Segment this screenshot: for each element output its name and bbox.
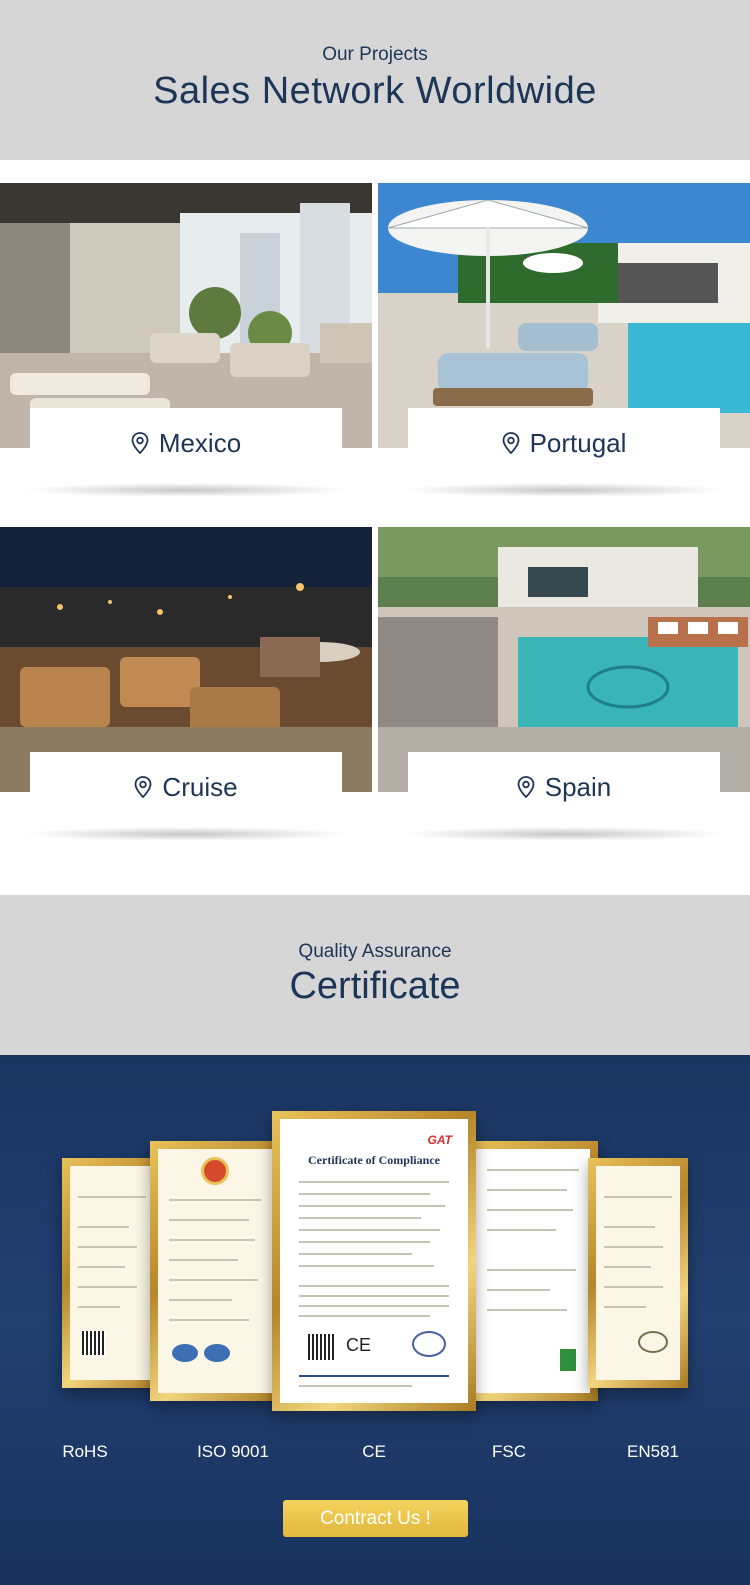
badge-icon <box>204 1344 230 1362</box>
project-label-mexico: Mexico <box>30 408 342 478</box>
certificate-paper <box>476 1149 590 1393</box>
project-label-text: Cruise <box>162 771 238 802</box>
map-pin-icon <box>502 432 519 454</box>
certificate-frame-ce[interactable]: GAT Certificate of Compliance CE <box>272 1111 476 1411</box>
card-shadow <box>20 827 352 841</box>
project-label-text: Spain <box>544 771 612 802</box>
certificate-frame-iso9001[interactable] <box>150 1141 280 1401</box>
project-card-cruise[interactable]: Cruise <box>0 527 372 857</box>
certificate-labels: RoHS ISO 9001 CE FSC EN581 <box>0 1442 750 1466</box>
fsc-logo-icon <box>560 1349 576 1371</box>
certificate-paper: GAT Certificate of Compliance CE <box>280 1119 468 1403</box>
badge-icon <box>172 1344 198 1362</box>
certificate-frame-fsc[interactable] <box>468 1141 598 1401</box>
projects-eyebrow: Our Projects <box>322 44 428 65</box>
project-card-spain[interactable]: Spain <box>378 527 750 857</box>
certificate-label-rohs: RoHS <box>62 1442 108 1461</box>
certificate-paper <box>158 1149 272 1393</box>
certificate-label-fsc: FSC <box>492 1442 526 1461</box>
project-label-spain: Spain <box>408 752 720 822</box>
qr-code-icon <box>82 1331 106 1355</box>
card-shadow <box>398 827 730 841</box>
certificate-title: Certificate <box>289 965 461 1007</box>
certificate-eyebrow: Quality Assurance <box>298 941 452 962</box>
certificate-header: Quality Assurance Certificate <box>0 895 750 1055</box>
card-shadow <box>398 483 730 497</box>
map-pin-icon <box>131 432 149 454</box>
contact-us-button[interactable]: Contract Us ! <box>283 1500 468 1537</box>
certificate-label-ce: CE <box>362 1442 386 1461</box>
map-pin-icon <box>517 776 535 798</box>
map-pin-icon <box>135 776 152 798</box>
certificate-paper <box>70 1166 154 1380</box>
certificate-frame-rohs[interactable] <box>62 1158 162 1388</box>
ce-mark-icon: CE <box>346 1335 372 1355</box>
certificate-paper <box>596 1166 680 1380</box>
project-label-portugal: Portugal <box>408 408 720 478</box>
certificate-label-iso9001: ISO 9001 <box>197 1442 269 1461</box>
projects-header: Our Projects Sales Network Worldwide <box>0 0 750 160</box>
project-label-text: Mexico <box>158 427 242 458</box>
qr-code-icon <box>308 1334 334 1360</box>
gat-logo-icon: GAT <box>427 1133 452 1147</box>
project-label-cruise: Cruise <box>30 752 342 822</box>
certificate-label-en581: EN581 <box>627 1442 679 1461</box>
stamp-icon <box>412 1331 446 1357</box>
project-card-mexico[interactable]: Mexico <box>0 183 372 513</box>
seal-icon <box>201 1157 229 1185</box>
card-shadow <box>20 483 352 497</box>
featured-certificate-title: Certificate of Compliance <box>308 1153 440 1167</box>
projects-title: Sales Network Worldwide <box>153 70 597 112</box>
project-label-text: Portugal <box>529 427 627 458</box>
stamp-icon <box>638 1331 668 1353</box>
project-card-portugal[interactable]: Portugal <box>378 183 750 513</box>
certificate-frame-en581[interactable] <box>588 1158 688 1388</box>
